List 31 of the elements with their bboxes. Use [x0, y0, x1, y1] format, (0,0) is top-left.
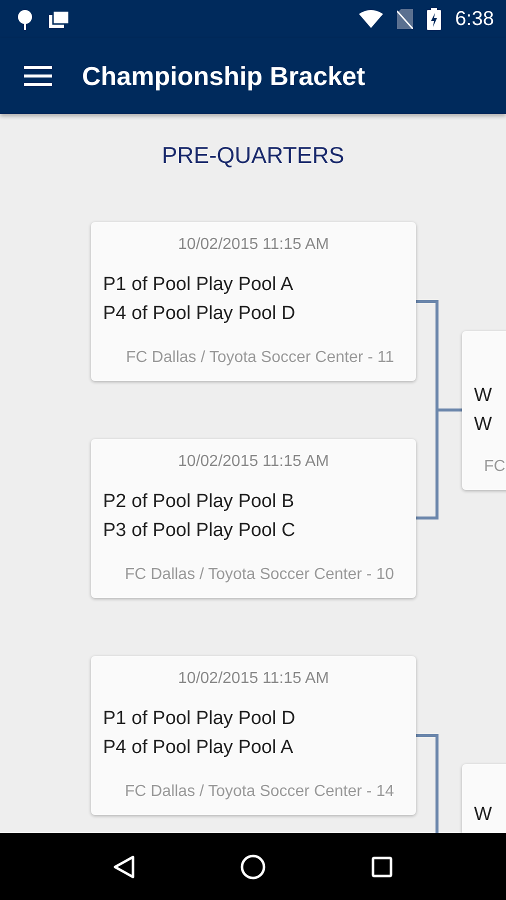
team-name: P4 of Pool Play Pool A	[103, 736, 294, 760]
team-name: P1 of Pool Play Pool A	[103, 273, 294, 297]
match-card[interactable]: W W FC	[462, 331, 506, 490]
match-card[interactable]: 10/02/2015 11:15 AM P1 of Pool Play Pool D P4 of Pool Play Pool A FC Dallas / Toyota Soccer Center - 14	[91, 656, 416, 815]
round-title: PRE-QUARTERS	[160, 142, 346, 169]
venue-text: FC Dallas / Toyota Soccer Center - 14	[124, 783, 394, 801]
recents-button[interactable]	[371, 856, 394, 878]
no-sim-icon	[397, 9, 414, 29]
team-name: P2 of Pool Play Pool B	[103, 490, 296, 514]
menu-button[interactable]	[24, 66, 52, 86]
team-name: W	[474, 384, 493, 408]
team-name: P4 of Pool Play Pool D	[103, 302, 296, 326]
team-name: W	[474, 413, 493, 437]
match-date: 10/02/2015 11:15 AM	[177, 453, 330, 471]
back-button[interactable]	[112, 854, 135, 878]
team-name: P3 of Pool Play Pool C	[103, 519, 296, 543]
venue-text: FC	[484, 458, 506, 476]
clock-time: 6:38	[455, 8, 494, 30]
match-date: 10/02/2015 11:15 AM	[177, 670, 330, 688]
venue-text: FC Dallas / Toyota Soccer Center - 10	[124, 566, 394, 584]
match-card[interactable]: 10/02/2015 11:15 AM P2 of Pool Play Pool B P3 of Pool Play Pool C FC Dallas / Toyota Soccer Center - 10	[91, 439, 416, 598]
battery-charging-icon	[427, 8, 442, 30]
team-name: P1 of Pool Play Pool D	[103, 707, 296, 731]
match-card[interactable]: W	[462, 764, 506, 833]
home-button[interactable]	[240, 854, 266, 880]
venue-text: FC Dallas / Toyota Soccer Center - 11	[125, 349, 394, 367]
match-date: 10/02/2015 11:15 AM	[177, 236, 330, 254]
match-card[interactable]: 10/02/2015 11:15 AM P1 of Pool Play Pool A P4 of Pool Play Pool D FC Dallas / Toyota Soccer Center - 11	[91, 222, 416, 381]
team-name: W	[474, 803, 493, 827]
screen-title: Championship Bracket	[82, 60, 366, 92]
wifi-icon	[359, 10, 384, 28]
